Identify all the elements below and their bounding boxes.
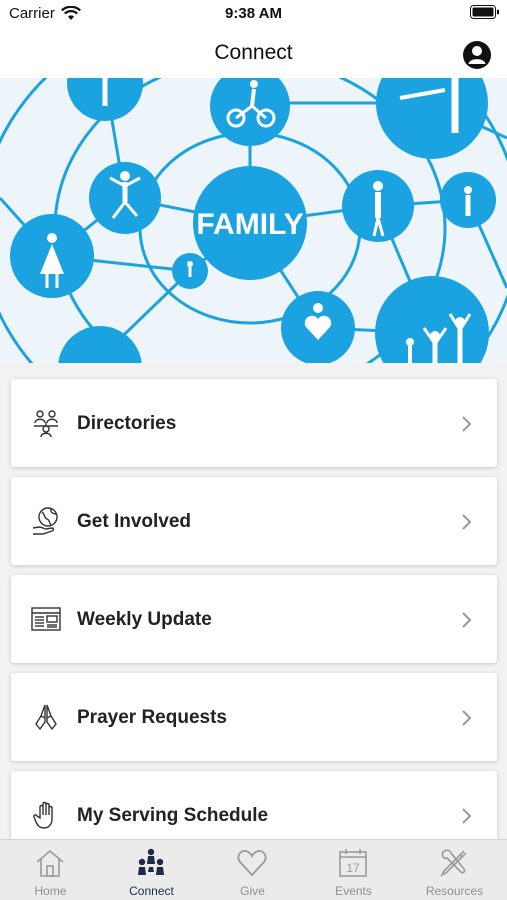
menu-item-weekly-update[interactable]: Weekly Update: [11, 575, 497, 663]
menu-item-label: My Serving Schedule: [77, 805, 269, 826]
tools-icon: [440, 849, 467, 877]
navigation-bar: Connect: [0, 30, 507, 78]
chevron-right-icon: [462, 808, 472, 824]
tab-bar: Home Connect Give 17 Events Resources: [0, 839, 507, 900]
calendar-day: 17: [346, 861, 360, 875]
newspaper-icon: [31, 607, 61, 631]
tab-connect[interactable]: Connect: [101, 840, 202, 900]
globe-hand-icon: [32, 507, 58, 535]
tab-events[interactable]: 17 Events: [303, 840, 404, 900]
hero-center-text: FAMILY: [196, 208, 303, 241]
praying-hands-icon: [35, 704, 57, 731]
people-directory-icon: [34, 410, 58, 438]
battery-icon: [470, 5, 499, 19]
menu-item-directories[interactable]: Directories: [11, 379, 497, 467]
heart-icon: [237, 850, 267, 877]
status-bar: Carrier 9:38 AM: [0, 0, 507, 30]
tab-label: Connect: [129, 884, 174, 898]
tab-label: Events: [335, 884, 372, 898]
menu-item-label: Weekly Update: [77, 609, 212, 630]
profile-icon[interactable]: [462, 40, 492, 70]
tab-home[interactable]: Home: [0, 840, 101, 900]
calendar-icon: 17: [339, 849, 367, 877]
tab-label: Give: [240, 884, 265, 898]
raised-hand-icon: [33, 801, 53, 829]
tab-resources[interactable]: Resources: [404, 840, 505, 900]
chevron-right-icon: [462, 416, 472, 432]
chevron-right-icon: [462, 710, 472, 726]
home-icon: [36, 849, 64, 877]
connect-menu-list: Directories Get Involved Weekly Update P…: [0, 363, 507, 839]
chevron-right-icon: [462, 514, 472, 530]
tab-give[interactable]: Give: [202, 840, 303, 900]
menu-item-label: Directories: [77, 413, 177, 434]
tab-label: Resources: [425, 884, 484, 898]
tab-label: Home: [34, 884, 67, 898]
status-time: 9:38 AM: [225, 5, 282, 22]
menu-item-my-serving-schedule[interactable]: My Serving Schedule: [11, 771, 497, 839]
menu-item-get-involved[interactable]: Get Involved: [11, 477, 497, 565]
connect-people-icon: [138, 848, 164, 875]
family-network-illustration: FAMILY: [0, 78, 507, 363]
page-title: Connect: [214, 41, 293, 64]
hero-banner: FAMILY: [0, 78, 507, 363]
menu-item-label: Get Involved: [77, 511, 192, 532]
chevron-right-icon: [462, 612, 472, 628]
menu-item-label: Prayer Requests: [77, 707, 227, 728]
menu-item-prayer-requests[interactable]: Prayer Requests: [11, 673, 497, 761]
